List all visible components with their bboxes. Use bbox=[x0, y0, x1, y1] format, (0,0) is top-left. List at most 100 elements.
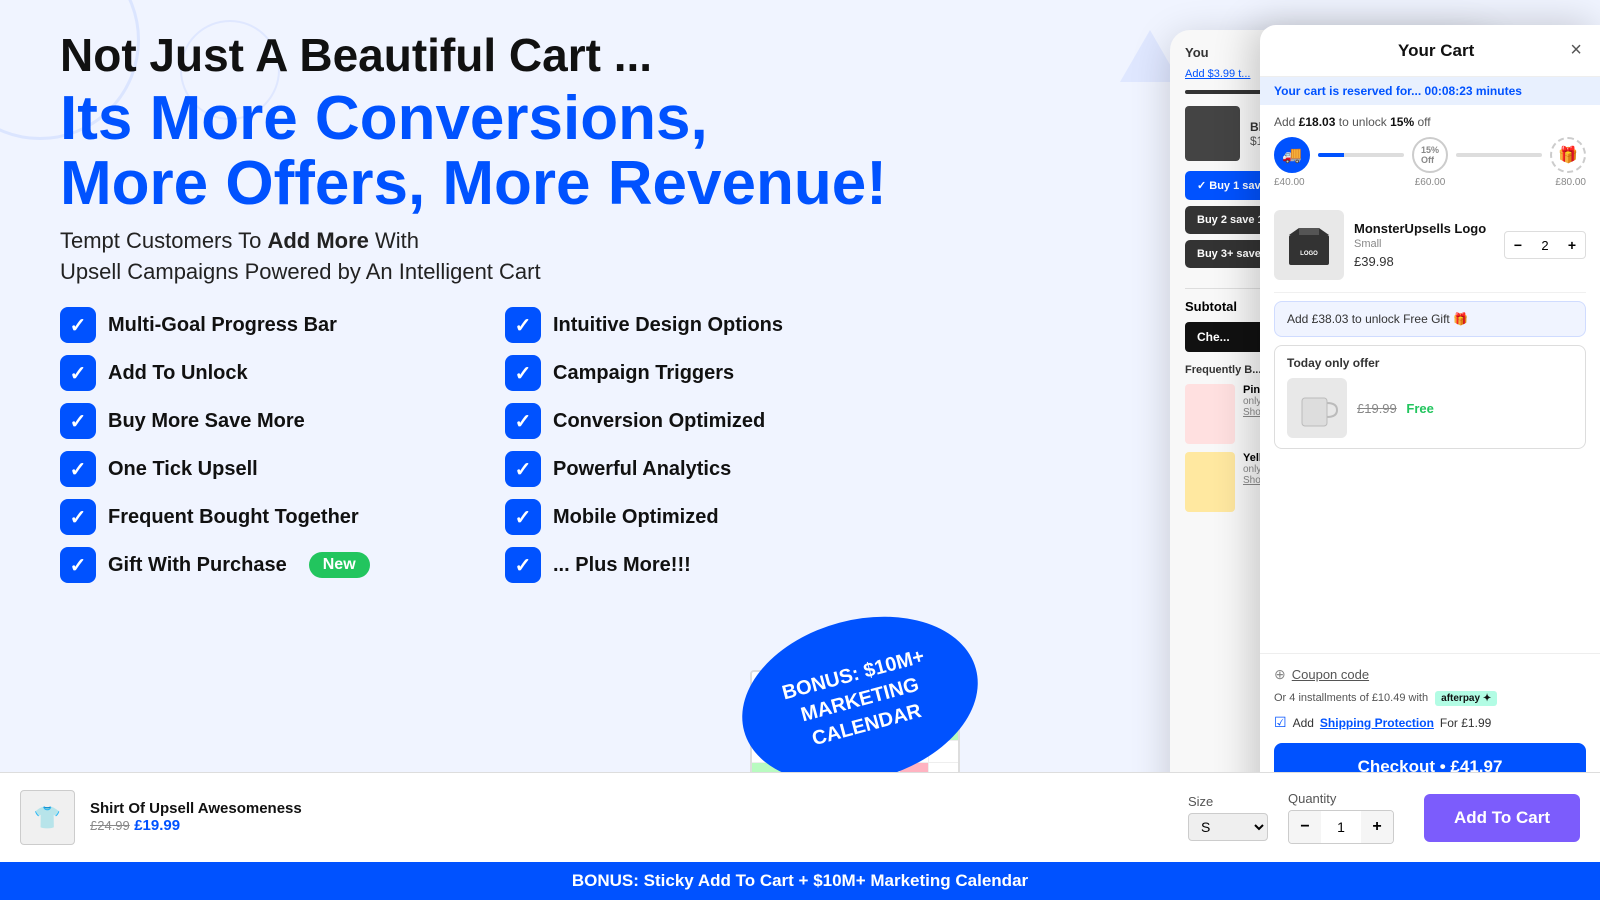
cart-item-qty-decrease[interactable]: − bbox=[1505, 232, 1531, 258]
tshirt-svg: LOGO bbox=[1284, 220, 1334, 270]
feature-label-5: Buy More Save More bbox=[108, 410, 305, 433]
today-offer-prices: £19.99 Free bbox=[1357, 401, 1434, 416]
feature-label-3: Add To Unlock bbox=[108, 362, 248, 385]
check-icon-11 bbox=[60, 547, 96, 583]
today-offer-box: Today only offer £19.99 Free bbox=[1274, 345, 1586, 449]
cart-progress-label: Add £18.03 to unlock 15% off bbox=[1274, 115, 1586, 129]
cart-progress-section: Add £18.03 to unlock 15% off 🚚 15%Off 🎁 … bbox=[1260, 105, 1600, 198]
feature-label-1: Multi-Goal Progress Bar bbox=[108, 314, 337, 337]
cart-timer-bar: Your cart is reserved for... 00:08:23 mi… bbox=[1260, 77, 1600, 105]
sticky-qty-input[interactable] bbox=[1321, 819, 1361, 835]
subheadline: Tempt Customers To Add More With Upsell … bbox=[60, 226, 910, 288]
svg-text:LOGO: LOGO bbox=[1300, 251, 1318, 257]
feature-item-9: Frequent Bought Together bbox=[60, 499, 465, 535]
progress-milestone-2: 15%Off bbox=[1412, 137, 1448, 173]
feature-label-4: Campaign Triggers bbox=[553, 362, 734, 385]
bonus-bar-text: BONUS: Sticky Add To Cart + $10M+ Market… bbox=[572, 871, 1028, 891]
cart-bg-product-img bbox=[1185, 106, 1240, 161]
cart-close-button[interactable]: × bbox=[1570, 39, 1582, 62]
unlock-banner: Add £38.03 to unlock Free Gift 🎁 bbox=[1274, 301, 1586, 337]
sticky-product-name: Shirt Of Upsell Awesomeness bbox=[90, 800, 1188, 817]
cart-item-qty-increase[interactable]: + bbox=[1559, 232, 1585, 258]
progress-milestone-3: 🎁 bbox=[1550, 137, 1586, 173]
cart-item-price-1: £39.98 bbox=[1354, 254, 1494, 269]
sticky-size-label: Size bbox=[1188, 794, 1268, 809]
check-icon-10 bbox=[505, 499, 541, 535]
feature-item-2: Intuitive Design Options bbox=[505, 307, 910, 343]
feature-item-11: Gift With Purchase New bbox=[60, 547, 465, 583]
check-icon-12 bbox=[505, 547, 541, 583]
check-icon-6 bbox=[505, 403, 541, 439]
cart-progress-bar-container: 🚚 15%Off 🎁 bbox=[1274, 137, 1586, 173]
shipping-price: For £1.99 bbox=[1440, 716, 1491, 730]
left-content-area: Not Just A Beautiful Cart ... Its More C… bbox=[60, 30, 910, 603]
feature-item-5: Buy More Save More bbox=[60, 403, 465, 439]
check-icon-9 bbox=[60, 499, 96, 535]
cart-drawer-title: Your Cart bbox=[1398, 41, 1474, 61]
progress-line-1 bbox=[1318, 153, 1404, 157]
sticky-qty-increase[interactable]: + bbox=[1361, 811, 1393, 843]
sticky-qty-label: Quantity bbox=[1288, 791, 1394, 806]
progress-amount-3: £80.00 bbox=[1555, 177, 1586, 188]
check-icon-1 bbox=[60, 307, 96, 343]
feature-label-6: Conversion Optimized bbox=[553, 410, 765, 433]
sticky-qty-decrease[interactable]: − bbox=[1289, 811, 1321, 843]
cart-drawer: Your Cart × Your cart is reserved for...… bbox=[1260, 25, 1600, 900]
feature-item-8: Powerful Analytics bbox=[505, 451, 910, 487]
sticky-product-image: 👕 bbox=[20, 790, 75, 845]
cart-bg-pink-cup-img bbox=[1185, 384, 1235, 444]
bonus-sticker-text: BONUS: $10M+MARKETINGCALENDAR bbox=[767, 631, 953, 769]
feature-label-11: Gift With Purchase bbox=[108, 554, 287, 577]
installment-row: Or 4 installments of £10.49 with afterpa… bbox=[1274, 691, 1586, 706]
progress-amount-1: £40.00 bbox=[1274, 177, 1305, 188]
check-icon-3 bbox=[60, 355, 96, 391]
sticky-product-info: Shirt Of Upsell Awesomeness £24.99 £19.9… bbox=[90, 800, 1188, 835]
coupon-row: ⊕ Coupon code bbox=[1274, 666, 1586, 683]
cart-body[interactable]: LOGO MonsterUpsells Logo Small £39.98 − … bbox=[1260, 198, 1600, 653]
cart-bg-yellow-img bbox=[1185, 452, 1235, 512]
feature-label-8: Powerful Analytics bbox=[553, 458, 731, 481]
today-offer-old-price: £19.99 bbox=[1357, 401, 1397, 416]
feature-item-3: Add To Unlock bbox=[60, 355, 465, 391]
check-icon-2 bbox=[505, 307, 541, 343]
check-icon-5 bbox=[60, 403, 96, 439]
shipping-add-text: Add bbox=[1293, 716, 1314, 730]
feature-label-2: Intuitive Design Options bbox=[553, 314, 783, 337]
feature-label-7: One Tick Upsell bbox=[108, 458, 258, 481]
sticky-add-to-cart-bar: 👕 Shirt Of Upsell Awesomeness £24.99 £19… bbox=[0, 772, 1600, 862]
cart-item-info-1: MonsterUpsells Logo Small £39.98 bbox=[1354, 221, 1494, 269]
shipping-protection-link[interactable]: Shipping Protection bbox=[1320, 716, 1434, 730]
progress-icon-shipping: 🚚 bbox=[1274, 137, 1310, 173]
sticky-add-to-cart-button[interactable]: Add To Cart bbox=[1424, 794, 1580, 842]
sticky-qty-controls[interactable]: − + bbox=[1288, 810, 1394, 844]
sticky-price-old: £24.99 bbox=[90, 818, 130, 833]
sticky-size-select[interactable]: S M L XL bbox=[1188, 813, 1268, 841]
progress-line-2 bbox=[1456, 153, 1542, 157]
coupon-label[interactable]: Coupon code bbox=[1292, 667, 1369, 682]
afterpay-badge: afterpay ✦ bbox=[1435, 691, 1497, 706]
bonus-bottom-bar: BONUS: Sticky Add To Cart + $10M+ Market… bbox=[0, 862, 1600, 900]
feature-item-10: Mobile Optimized bbox=[505, 499, 910, 535]
sticky-size-select-row: S M L XL bbox=[1188, 813, 1268, 841]
today-offer-product: £19.99 Free bbox=[1287, 378, 1573, 438]
cart-item-variant-1: Small bbox=[1354, 238, 1494, 250]
feature-label-9: Frequent Bought Together bbox=[108, 506, 359, 529]
cart-item-1: LOGO MonsterUpsells Logo Small £39.98 − … bbox=[1274, 198, 1586, 293]
sticky-qty-section: Quantity − + bbox=[1288, 791, 1394, 844]
cart-item-qty-value: 2 bbox=[1531, 238, 1559, 253]
headline-line2: Its More Conversions, More Offers, More … bbox=[60, 86, 910, 216]
cart-timer-value: 00:08:23 bbox=[1425, 84, 1473, 98]
today-offer-free-label: Free bbox=[1406, 401, 1433, 416]
progress-fill-1 bbox=[1318, 153, 1344, 157]
progress-amounts: £40.00 £60.00 £80.00 bbox=[1274, 177, 1586, 188]
feature-item-4: Campaign Triggers bbox=[505, 355, 910, 391]
progress-milestone-1: 🚚 bbox=[1274, 137, 1310, 173]
progress-amount-2: £60.00 bbox=[1415, 177, 1446, 188]
cart-item-qty-adjuster[interactable]: − 2 + bbox=[1504, 231, 1586, 259]
cart-item-name-1: MonsterUpsells Logo bbox=[1354, 221, 1494, 236]
check-icon-8 bbox=[505, 451, 541, 487]
check-icon-7 bbox=[60, 451, 96, 487]
feature-item-7: One Tick Upsell bbox=[60, 451, 465, 487]
headline-line1: Not Just A Beautiful Cart ... bbox=[60, 30, 910, 81]
badge-new: New bbox=[309, 552, 370, 578]
